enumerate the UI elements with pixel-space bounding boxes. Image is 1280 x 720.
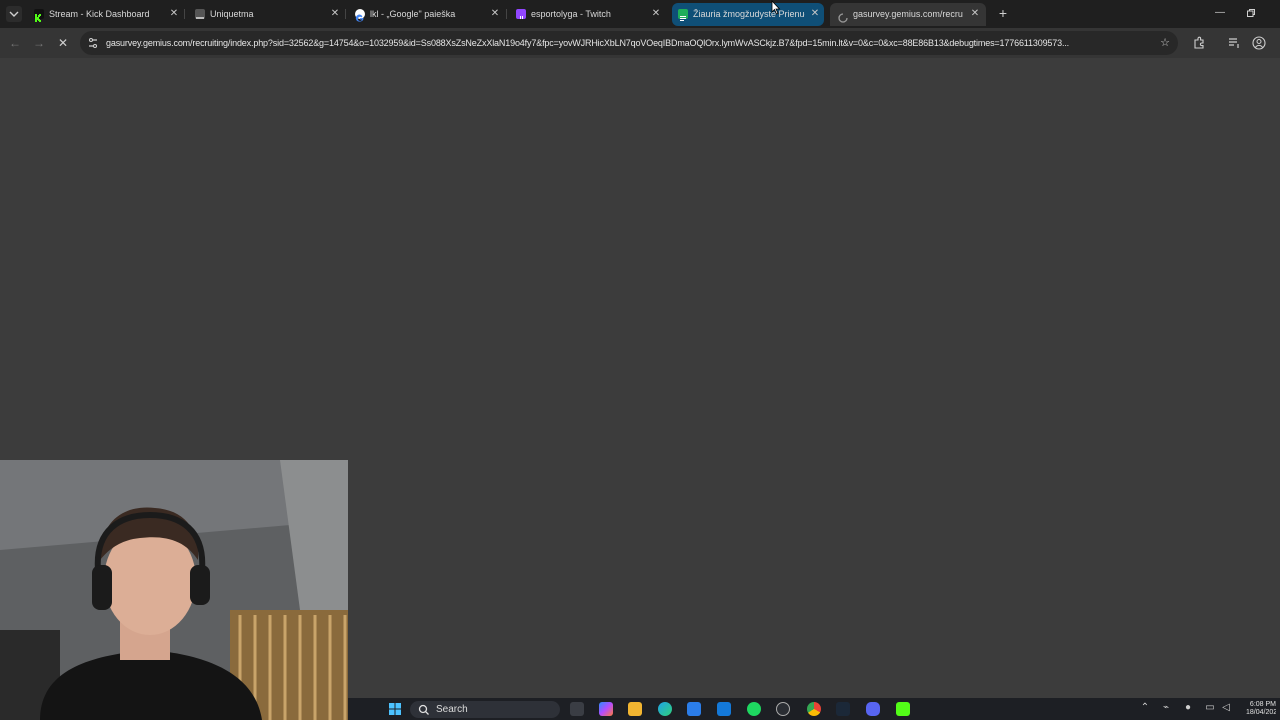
windows-taskbar: Search ⌃ ⌁ ● ▭ ◁ 6:08 PM 18/04/2026 <box>348 698 1280 720</box>
tab-title: esportolyga - Twitch <box>531 9 611 19</box>
close-icon[interactable]: ✕ <box>969 3 981 25</box>
volume-icon[interactable]: ◁ <box>1220 702 1232 714</box>
twitch-icon <box>516 9 526 19</box>
microphone-icon[interactable]: ● <box>1182 702 1194 714</box>
mouse-cursor-icon <box>771 0 781 15</box>
windows-start-icon[interactable] <box>388 702 402 716</box>
browser-toolbar: ← → ✕ gasurvey.gemius.com/recruiting/ind… <box>0 28 1280 58</box>
spotify-icon[interactable] <box>747 702 761 716</box>
search-label: Search <box>436 704 468 715</box>
store-icon[interactable] <box>687 702 701 716</box>
tab-google-search[interactable]: lkl - „Google" paieška ✕ <box>355 3 501 26</box>
tab-twitch[interactable]: esportolyga - Twitch ✕ <box>516 3 662 26</box>
tab-divider <box>345 9 346 19</box>
tab-title: Žiauria žmogžudyste Prienuose <box>693 9 805 19</box>
tab-title: Uniquetma <box>210 9 254 19</box>
edge-icon[interactable] <box>658 702 672 716</box>
tab-strip: Stream - Kick Dashboard ✕ Uniquetma ✕ lk… <box>0 0 1280 28</box>
new-tab-button[interactable]: + <box>996 6 1010 20</box>
discord-icon[interactable] <box>866 702 880 716</box>
tab-divider <box>184 9 185 19</box>
search-icon <box>418 704 429 715</box>
chrome-icon[interactable] <box>807 702 821 716</box>
kick-app-icon[interactable] <box>896 702 910 716</box>
tab-gemius-survey[interactable]: gasurvey.gemius.com/recruiting ✕ <box>830 3 986 26</box>
file-explorer-icon[interactable] <box>628 702 642 716</box>
display-icon[interactable]: ▭ <box>1204 702 1216 714</box>
tab-title: Stream - Kick Dashboard <box>49 9 150 19</box>
webcam-overlay <box>0 460 348 720</box>
network-icon[interactable]: ⌁ <box>1160 702 1172 714</box>
site-info-icon[interactable] <box>86 36 100 50</box>
loading-icon <box>838 9 848 23</box>
bookmark-star-icon[interactable]: ☆ <box>1158 36 1172 50</box>
tab-news-article[interactable]: Žiauria žmogžudyste Prienuose ✕ <box>672 3 824 26</box>
tab-title: gasurvey.gemius.com/recruiting <box>853 9 963 19</box>
clock-time: 6:08 PM <box>1249 701 1276 708</box>
tab-kick-dashboard[interactable]: Stream - Kick Dashboard ✕ <box>34 3 180 26</box>
url-text[interactable]: gasurvey.gemius.com/recruiting/index.php… <box>106 31 1152 55</box>
extensions-icon[interactable] <box>1191 35 1207 51</box>
tab-title: lkl - „Google" paieška <box>370 9 456 19</box>
tab-uniquetma[interactable]: Uniquetma ✕ <box>195 3 341 26</box>
close-icon[interactable]: ✕ <box>809 3 821 25</box>
webcam-image <box>0 460 348 720</box>
site-icon <box>195 9 205 19</box>
tab-search-button[interactable] <box>6 6 22 22</box>
restore-icon[interactable] <box>1244 6 1258 20</box>
close-icon[interactable]: ✕ <box>489 3 501 25</box>
chevron-down-icon <box>9 11 19 17</box>
task-view-icon[interactable] <box>570 702 584 716</box>
close-icon[interactable]: ✕ <box>168 3 180 25</box>
media-controls-icon[interactable] <box>1226 35 1242 51</box>
close-icon[interactable]: ✕ <box>329 3 341 25</box>
system-clock[interactable]: 6:08 PM 18/04/2026 <box>1246 701 1276 717</box>
copilot-icon[interactable] <box>599 702 613 716</box>
tab-divider <box>506 9 507 19</box>
mail-icon[interactable] <box>717 702 731 716</box>
back-arrow-icon[interactable]: ← <box>8 36 22 50</box>
profile-icon[interactable] <box>1251 35 1267 51</box>
news-icon <box>678 9 688 21</box>
clock-date: 18/04/2026 <box>1246 709 1276 716</box>
steam-icon[interactable] <box>836 702 850 716</box>
stop-loading-icon[interactable]: ✕ <box>56 36 70 50</box>
minimize-icon[interactable]: — <box>1213 6 1227 20</box>
kick-icon <box>34 9 44 22</box>
forward-arrow-icon[interactable]: → <box>32 36 46 50</box>
close-icon[interactable]: ✕ <box>650 3 662 25</box>
obs-icon[interactable] <box>776 702 790 716</box>
google-icon <box>355 9 365 22</box>
address-bar[interactable]: gasurvey.gemius.com/recruiting/index.php… <box>80 31 1178 55</box>
chevron-up-icon[interactable]: ⌃ <box>1139 702 1151 714</box>
taskbar-search[interactable]: Search <box>410 701 560 718</box>
